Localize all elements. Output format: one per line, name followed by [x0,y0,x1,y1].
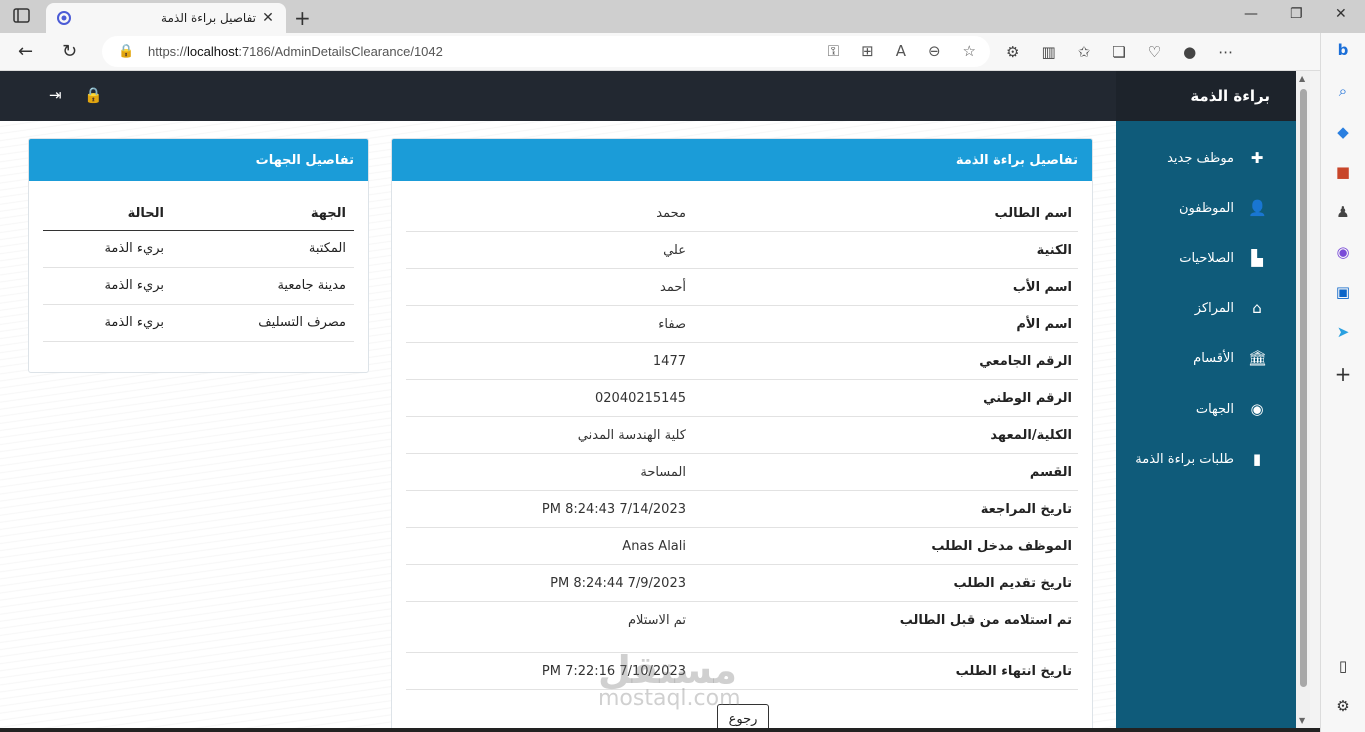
back-arrow-icon[interactable]: ← [18,41,33,62]
detail-row: تاريخ المراجعة 7/14/2023 8:24:43 PM [406,491,1078,528]
restore-icon[interactable]: ❐ [1290,6,1303,22]
lock-icon[interactable]: 🔒 [118,44,134,59]
address-bar: ← ↻ 🔒 https://localhost:7186/AdminDetail… [0,33,1365,71]
tab-title: تفاصيل براءة الذمة [161,11,256,25]
extensions-icon[interactable]: ⚙ [1006,43,1019,61]
details-card-title: تفاصيل براءة الذمة [392,139,1092,181]
detail-row: تاريخ تقديم الطلب 7/9/2023 8:24:44 PM [406,565,1078,602]
file-icon: ▙ [1251,249,1263,267]
performance-icon[interactable]: ♡ [1148,43,1161,61]
plus-icon: ✚ [1250,149,1264,167]
detail-row: اسم الأم صفاء [406,306,1078,343]
split-screen-icon[interactable]: ▥ [1041,43,1055,61]
minimize-icon[interactable]: — [1244,6,1258,22]
page-scrollbar[interactable]: ▲ ▼ [1296,71,1310,732]
detail-row: الرقم الوطني 02040215145 [406,380,1078,417]
detail-row: القسم المساحة [406,454,1078,491]
brand-title[interactable]: براءة الذمة [1116,71,1296,121]
apps-icon[interactable]: ⊞ [861,42,874,60]
column-header-body: الجهة [310,206,346,221]
copilot-icon[interactable]: b [1330,37,1356,63]
search-icon[interactable]: ⌕ [1330,78,1356,104]
bodies-details-card: تفاصيل الجهات الجهة الحالة المكتبة بريء … [28,138,369,373]
read-aloud-icon[interactable]: A [896,42,906,60]
sidebar-item-departments[interactable]: الأقسام 🏛 [1116,343,1296,373]
refresh-icon[interactable]: ↻ [62,41,77,62]
bodies-table-header: الجهة الحالة [43,201,354,231]
close-window-icon[interactable]: ✕ [1335,6,1347,22]
key-icon[interactable]: ⚿ [828,42,839,60]
watermark: مستقل mostaql.com [598,648,741,711]
taskbar-edge [0,728,1320,732]
more-icon[interactable]: ⋯ [1218,43,1233,61]
sidebar-item-centers[interactable]: المراكز ⌂ [1116,293,1296,323]
tools-icon[interactable]: ■ [1330,159,1356,185]
column-header-status: الحالة [127,206,164,221]
add-sidebar-icon[interactable]: + [1330,361,1356,387]
page-content: ⇥ 🔒 براءة الذمة موظف جديد ✚ الموظفون 👤 ا… [0,71,1296,732]
sidebar-item-clearance-requests[interactable]: طلبات براءة الذمة ▮ [1116,444,1296,474]
detail-row: الموظف مدخل الطلب Anas Alali [406,528,1078,565]
tab-close-icon[interactable]: ✕ [260,10,276,26]
scroll-down-icon[interactable]: ▼ [1299,716,1305,725]
sidebar-item-employees[interactable]: الموظفون 👤 [1116,193,1296,223]
detail-row: تاريخ انتهاء الطلب 7/10/2023 7:22:16 PM [406,653,1078,690]
user-icon: 👤 [1248,199,1267,217]
zoom-icon[interactable]: ⊖ [928,42,941,60]
detail-row: الكنية علي [406,232,1078,269]
hide-sidebar-icon[interactable]: ▯ [1330,653,1356,679]
eye-icon: ◉ [1250,400,1264,418]
table-row: مصرف التسليف بريء الذمة [43,305,354,342]
profile-avatar-icon[interactable]: ● [1183,43,1196,61]
detail-row: اسم الأب أحمد [406,269,1078,306]
shopping-tag-icon[interactable]: ◆ [1330,119,1356,145]
favorites-icon[interactable]: ✩ [1078,43,1091,61]
detail-row: تم استلامه من قبل الطالب تم الاستلام [406,602,1078,653]
sidebar-item-new-employee[interactable]: موظف جديد ✚ [1116,143,1296,173]
app-sidebar: براءة الذمة موظف جديد ✚ الموظفون 👤 الصلا… [1116,71,1296,732]
bank-icon: 🏛 [1248,349,1268,367]
detail-row: اسم الطالب محمد [406,195,1078,232]
sidebar-item-permissions[interactable]: الصلاحيات ▙ [1116,243,1296,273]
favicon-icon [57,11,71,25]
settings-gear-icon[interactable]: ⚙ [1330,693,1356,719]
url-text: https://localhost:7186/AdminDetailsClear… [148,44,443,59]
edge-sidebar: b ⌕ ◆ ■ ♟ ◉ ▣ ➤ + ▯ ⚙ [1320,33,1365,732]
bodies-card-title: تفاصيل الجهات [29,139,368,181]
new-tab-icon[interactable]: + [294,6,311,30]
table-row: المكتبة بريء الذمة [43,231,354,268]
scrollbar-thumb[interactable] [1300,89,1307,687]
detail-row: الرقم الجامعي 1477 [406,343,1078,380]
office-icon[interactable]: ◉ [1330,239,1356,265]
sidebar-item-bodies[interactable]: الجهات ◉ [1116,394,1296,424]
games-icon[interactable]: ♟ [1330,199,1356,225]
outlook-icon[interactable]: ▣ [1330,279,1356,305]
lock-icon[interactable]: 🔒 [84,86,103,104]
url-field[interactable]: 🔒 https://localhost:7186/AdminDetailsCle… [102,36,990,67]
table-row: مدينة جامعية بريء الذمة [43,268,354,305]
logout-icon[interactable]: ⇥ [49,86,62,104]
detail-row: الكلية/المعهد كلية الهندسة المدني [406,417,1078,454]
top-navbar: ⇥ 🔒 [0,71,1116,121]
collections-icon[interactable]: ❏ [1112,43,1125,61]
clearance-details-card: تفاصيل براءة الذمة اسم الطالب محمد الكني… [391,138,1093,732]
browser-tab-strip: ✕ تفاصيل براءة الذمة + — ❐ ✕ [0,0,1365,33]
home-icon: ⌂ [1252,299,1262,317]
favorite-star-icon[interactable]: ☆ [963,42,976,60]
send-icon[interactable]: ➤ [1330,319,1356,345]
bookmark-icon: ▮ [1252,450,1262,468]
scroll-up-icon[interactable]: ▲ [1299,74,1305,83]
browser-tab[interactable]: ✕ تفاصيل براءة الذمة [46,3,286,33]
tab-actions-icon[interactable] [12,7,32,25]
